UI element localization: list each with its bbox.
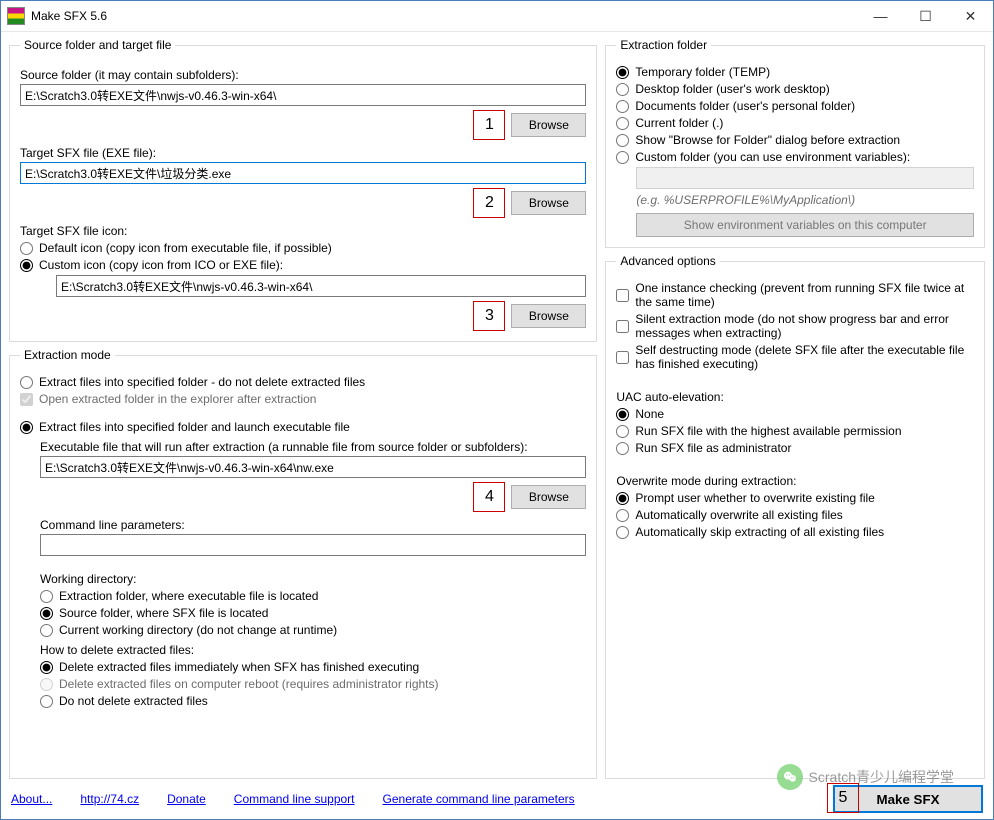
exec-file-label: Executable file that will run after extr… [40, 440, 586, 454]
window-title: Make SFX 5.6 [31, 9, 858, 23]
legend-advanced: Advanced options [616, 254, 719, 268]
show-env-vars-button[interactable]: Show environment variables on this compu… [636, 213, 974, 237]
legend-extraction-folder: Extraction folder [616, 38, 711, 52]
radio-wd-source[interactable]: Source folder, where SFX file is located [40, 606, 586, 620]
radio-ef-current[interactable]: Current folder (.) [616, 116, 974, 130]
radio-ov-overwrite[interactable]: Automatically overwrite all existing fil… [616, 508, 974, 522]
radio-ov-prompt[interactable]: Prompt user whether to overwrite existin… [616, 491, 974, 505]
custom-folder-input[interactable] [636, 167, 974, 189]
site-link[interactable]: http://74.cz [80, 792, 139, 806]
titlebar: Make SFX 5.6 — ☐ ✕ [1, 1, 993, 32]
gen-params-link[interactable]: Generate command line parameters [383, 792, 575, 806]
target-icon-label: Target SFX file icon: [20, 224, 586, 238]
cmd-params-input[interactable] [40, 534, 586, 556]
radio-custom-icon[interactable]: Custom icon (copy icon from ICO or EXE f… [20, 258, 586, 272]
maximize-button[interactable]: ☐ [903, 2, 948, 30]
exec-file-input[interactable] [40, 456, 586, 478]
browse-exec-button[interactable]: Browse [511, 485, 586, 509]
browse-icon-button[interactable]: Browse [511, 304, 586, 328]
client-area: Source folder and target file Source fol… [1, 32, 993, 819]
radio-mode-launch[interactable]: Extract files into specified folder and … [20, 420, 586, 434]
browse-source-button[interactable]: Browse [511, 113, 586, 137]
radio-ov-skip[interactable]: Automatically skip extracting of all exi… [616, 525, 974, 539]
group-advanced: Advanced options One instance checking (… [605, 254, 985, 779]
browse-target-button[interactable]: Browse [511, 191, 586, 215]
close-button[interactable]: ✕ [948, 2, 993, 30]
wechat-icon [777, 764, 803, 790]
radio-del-none[interactable]: Do not delete extracted files [40, 694, 586, 708]
working-dir-label: Working directory: [40, 572, 586, 586]
radio-uac-admin[interactable]: Run SFX file as administrator [616, 441, 974, 455]
radio-ef-temp[interactable]: Temporary folder (TEMP) [616, 65, 974, 79]
source-folder-label: Source folder (it may contain subfolders… [20, 68, 586, 82]
check-one-instance[interactable]: One instance checking (prevent from runn… [616, 281, 974, 309]
check-self-destruct[interactable]: Self destructing mode (delete SFX file a… [616, 343, 974, 371]
radio-wd-extraction[interactable]: Extraction folder, where executable file… [40, 589, 586, 603]
radio-ef-browse-dialog[interactable]: Show "Browse for Folder" dialog before e… [616, 133, 974, 147]
overwrite-label: Overwrite mode during extraction: [616, 474, 974, 488]
radio-ef-custom[interactable]: Custom folder (you can use environment v… [616, 150, 974, 164]
annotation-4: 4 [473, 482, 505, 512]
annotation-2: 2 [473, 188, 505, 218]
target-sfx-label: Target SFX file (EXE file): [20, 146, 586, 160]
target-sfx-input[interactable] [20, 162, 586, 184]
radio-del-immediate[interactable]: Delete extracted files immediately when … [40, 660, 586, 674]
about-link[interactable]: About... [11, 792, 52, 806]
annotation-3: 3 [473, 301, 505, 331]
app-window: Make SFX 5.6 — ☐ ✕ Source folder and tar… [0, 0, 994, 820]
radio-ef-documents[interactable]: Documents folder (user's personal folder… [616, 99, 974, 113]
uac-label: UAC auto-elevation: [616, 390, 974, 404]
radio-uac-highest[interactable]: Run SFX file with the highest available … [616, 424, 974, 438]
source-folder-input[interactable] [20, 84, 586, 106]
group-extraction-folder: Extraction folder Temporary folder (TEMP… [605, 38, 985, 248]
delete-label: How to delete extracted files: [40, 643, 586, 657]
cmd-params-label: Command line parameters: [40, 518, 586, 532]
check-open-explorer: Open extracted folder in the explorer af… [20, 392, 586, 406]
custom-folder-hint: (e.g. %USERPROFILE%\MyApplication\) [636, 193, 974, 207]
wechat-text: Scratch青少儿编程学堂 [809, 767, 954, 787]
radio-mode-specified[interactable]: Extract files into specified folder - do… [20, 375, 586, 389]
custom-icon-input[interactable] [56, 275, 586, 297]
radio-del-reboot: Delete extracted files on computer reboo… [40, 677, 586, 691]
radio-default-icon[interactable]: Default icon (copy icon from executable … [20, 241, 586, 255]
wechat-watermark: Scratch青少儿编程学堂 [777, 764, 954, 790]
group-extraction-mode: Extraction mode Extract files into speci… [9, 348, 597, 779]
radio-ef-desktop[interactable]: Desktop folder (user's work desktop) [616, 82, 974, 96]
radio-uac-none[interactable]: None [616, 407, 974, 421]
app-icon [7, 7, 25, 25]
cl-support-link[interactable]: Command line support [234, 792, 355, 806]
group-source-target: Source folder and target file Source fol… [9, 38, 597, 342]
legend-source: Source folder and target file [20, 38, 175, 52]
minimize-button[interactable]: — [858, 2, 903, 30]
annotation-1: 1 [473, 110, 505, 140]
radio-wd-current[interactable]: Current working directory (do not change… [40, 623, 586, 637]
donate-link[interactable]: Donate [167, 792, 206, 806]
legend-extraction-mode: Extraction mode [20, 348, 115, 362]
check-silent[interactable]: Silent extraction mode (do not show prog… [616, 312, 974, 340]
